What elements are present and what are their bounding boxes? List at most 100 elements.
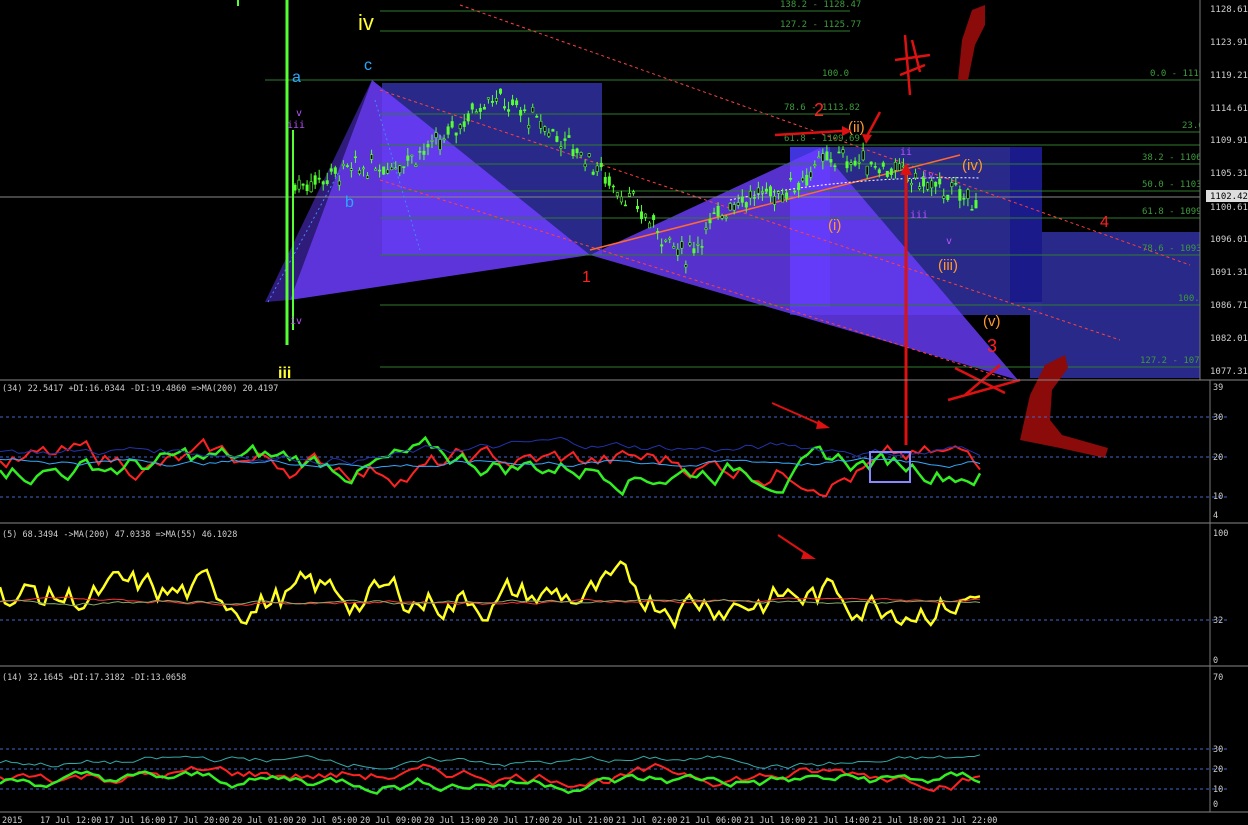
candle-body <box>426 144 430 148</box>
candle-body <box>861 150 865 161</box>
candle-body <box>732 204 736 211</box>
candle-body <box>680 241 684 249</box>
candle-body <box>841 149 845 154</box>
candle-body <box>958 189 962 201</box>
candle-body <box>692 248 696 254</box>
candle-body <box>797 182 801 191</box>
time-tick-label: 20 Jul 17:00 <box>488 816 549 825</box>
sub-axis-tick: 30 <box>1213 745 1223 755</box>
price-tick-label: 1114.61 <box>1210 104 1248 114</box>
candle-body <box>511 99 515 105</box>
candle-body <box>462 121 466 127</box>
candle-body <box>498 88 502 94</box>
wave-sub-ii: (ii) <box>848 119 865 136</box>
candle-body <box>370 154 374 160</box>
candle-body <box>321 181 325 185</box>
candle-body <box>656 231 660 233</box>
candle-body <box>736 202 740 206</box>
candle-body <box>422 150 426 155</box>
candle-body <box>684 264 688 268</box>
price-tick-label: 1086.71 <box>1210 301 1248 311</box>
wave-iii-big: iii <box>278 365 291 382</box>
candle-body <box>535 115 539 118</box>
candle-body <box>446 126 450 135</box>
wave-small-iv-left: iv <box>290 316 302 327</box>
candle-body <box>720 215 724 219</box>
time-tick-label: 21 Jul 02:00 <box>616 816 677 825</box>
candle-body <box>515 100 519 106</box>
candle-body <box>486 97 490 100</box>
candle-body <box>414 164 418 167</box>
candle-body <box>366 175 370 179</box>
fib-level-label: 127.2 - 1125.77 <box>780 20 861 30</box>
wave-iv-big: iv <box>358 10 374 35</box>
candle-body <box>482 106 486 110</box>
candle-body <box>881 162 885 167</box>
candle-body <box>918 186 922 190</box>
sub-axis-tick: 30 <box>1213 413 1223 423</box>
candle-body <box>619 196 623 203</box>
sub-axis-tick: 10 <box>1213 785 1223 795</box>
candle-body <box>627 193 631 197</box>
candle-body <box>305 184 309 191</box>
candle-body <box>474 111 478 114</box>
candle-body <box>507 109 511 112</box>
candle-body <box>756 187 760 194</box>
candle-body <box>430 140 434 142</box>
time-tick-label: 21 Jul 10:00 <box>744 816 805 825</box>
candle-body <box>837 151 841 154</box>
candle-body <box>954 183 958 185</box>
candle-body <box>575 148 579 154</box>
candle-body <box>635 205 639 210</box>
time-tick-label: 21 Jul 06:00 <box>680 816 741 825</box>
candle-body <box>768 186 772 197</box>
price-tick-label: 1091.31 <box>1210 268 1248 278</box>
candle-body <box>567 135 571 138</box>
wave-1: 1 <box>582 269 591 286</box>
candle-body <box>777 191 781 194</box>
time-tick-label: 20 Jul 09:00 <box>360 816 421 825</box>
candle-body <box>676 248 680 256</box>
time-tick-label: 20 Jul 13:00 <box>424 816 485 825</box>
candle-body <box>547 132 551 137</box>
candle-body <box>740 196 744 203</box>
candle-body <box>885 170 889 177</box>
price-tick-label: 1105.31 <box>1210 169 1248 179</box>
sub-axis-tick: 10 <box>1213 492 1223 502</box>
candle-body <box>579 152 583 156</box>
candle-body <box>325 180 329 184</box>
candle-body <box>801 177 805 182</box>
wave-sub-iv: (iv) <box>962 157 983 174</box>
wave-c: c <box>364 57 372 74</box>
candle-body <box>402 166 406 168</box>
candle-body <box>704 227 708 230</box>
candle-body <box>398 165 402 174</box>
candle-body <box>652 215 656 220</box>
candle-body <box>611 185 615 188</box>
candle-body <box>805 174 809 186</box>
candle-body <box>615 192 619 197</box>
price-tick-label: 1100.61 <box>1210 203 1248 213</box>
candle-body <box>760 191 764 193</box>
candle-body <box>966 189 970 199</box>
wave-sub-v: (v) <box>983 313 1001 330</box>
candle-body <box>934 181 938 187</box>
wave-a: a <box>292 69 301 86</box>
candle-body <box>909 183 913 186</box>
candle-body <box>309 181 313 193</box>
candle-body <box>789 178 793 180</box>
candle-body <box>708 219 712 224</box>
candle-body <box>583 163 587 168</box>
candle-body <box>793 190 797 193</box>
candle-body <box>644 213 648 218</box>
candle-body <box>470 103 474 110</box>
price-tick-label: 1077.31 <box>1210 367 1248 377</box>
sub-axis-tick: 32 <box>1213 616 1223 626</box>
candle-body <box>772 195 776 205</box>
candle-body <box>571 149 575 157</box>
price-tick-label: 1123.91 <box>1210 38 1248 48</box>
trading-chart[interactable]: 138.2 - 1128.47127.2 - 1125.77100.0 0.0 -… <box>0 0 1248 825</box>
candle-body <box>519 109 523 116</box>
candle-body <box>434 132 438 138</box>
candle-body <box>563 138 567 141</box>
